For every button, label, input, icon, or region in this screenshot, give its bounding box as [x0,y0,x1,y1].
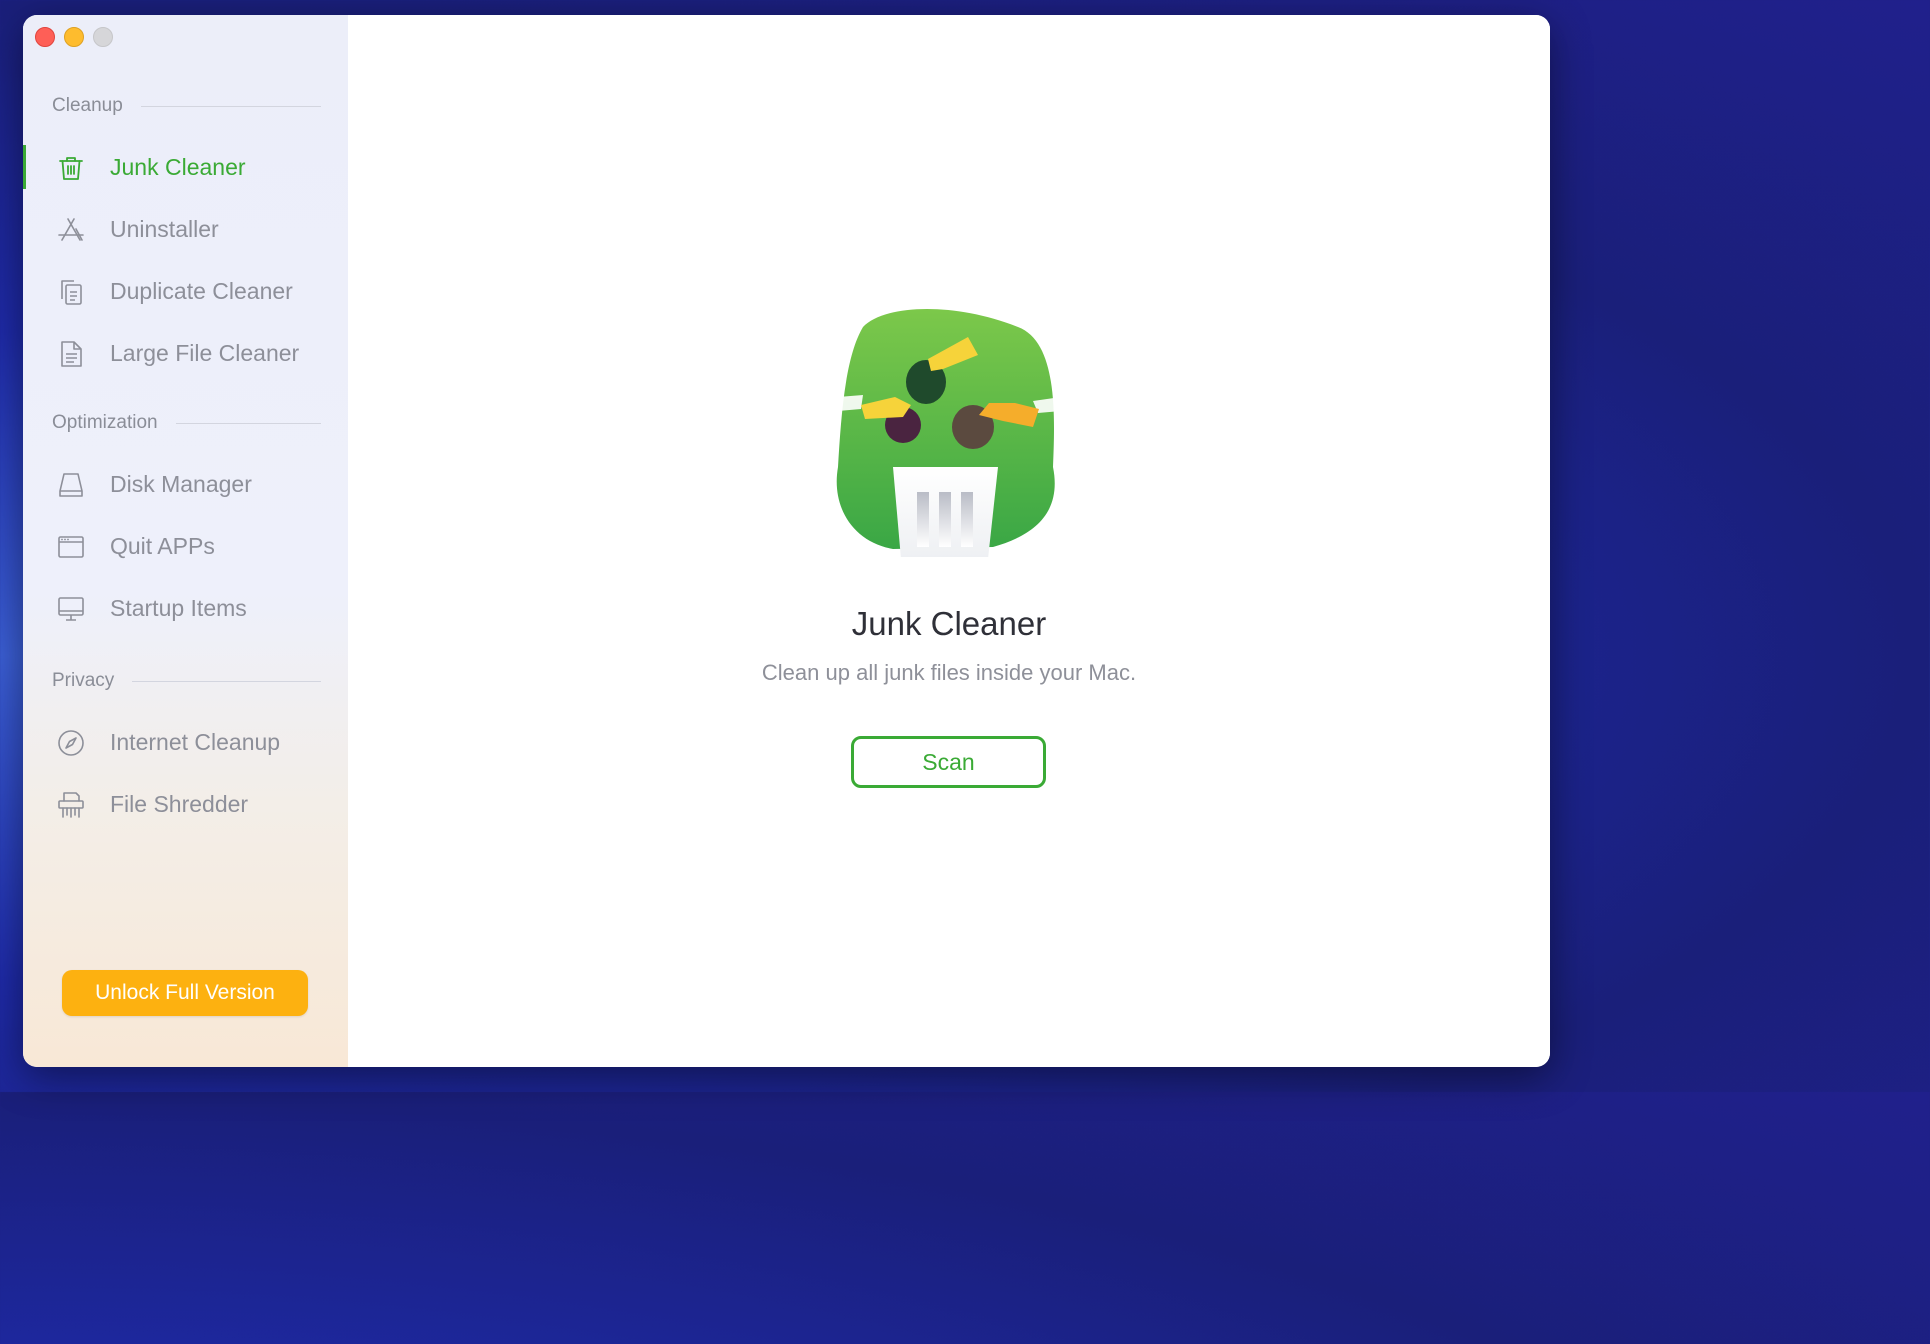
sidebar-item-junk-cleaner[interactable]: Junk Cleaner [23,141,348,193]
window-controls [35,27,113,47]
sidebar-item-label: Disk Manager [110,470,252,497]
duplicate-files-icon [61,280,82,305]
minimize-window-button[interactable] [64,27,84,47]
sidebar: Cleanup Junk Cleaner Uninstaller Duplica… [23,15,349,1067]
sidebar-item-internet-cleanup[interactable]: Internet Cleanup [23,716,348,768]
window-icon [58,536,84,558]
junk-cleaner-illustration [836,308,1061,557]
divider [140,105,321,107]
section-title: Optimization [52,412,158,433]
sidebar-item-large-file-cleaner[interactable]: Large File Cleaner [23,327,348,379]
unlock-full-version-button[interactable]: Unlock Full Version [62,970,308,1016]
section-header-cleanup: Cleanup [52,95,321,117]
shredder-icon [58,792,84,818]
sidebar-item-label: Startup Items [110,594,247,621]
section-title: Privacy [52,670,115,691]
page-title: Junk Cleaner [851,605,1047,642]
main-panel: Junk Cleaner Clean up all junk files ins… [348,15,1550,1067]
sidebar-item-label: File Shredder [110,790,249,817]
section-header-privacy: Privacy [52,670,321,692]
page-subtitle: Clean up all junk files inside your Mac. [761,660,1137,685]
section-title: Cleanup [52,95,123,116]
sidebar-item-file-shredder[interactable]: File Shredder [23,778,348,830]
section-header-optimization: Optimization [52,412,321,434]
sidebar-item-disk-manager[interactable]: Disk Manager [23,458,348,510]
sidebar-item-uninstaller[interactable]: Uninstaller [23,203,348,255]
app-store-icon [58,218,84,241]
disk-icon [59,473,83,497]
sidebar-item-label: Duplicate Cleaner [110,277,293,304]
sidebar-item-quit-apps[interactable]: Quit APPs [23,520,348,572]
sidebar-item-label: Internet Cleanup [110,728,281,755]
trash-icon [59,157,83,180]
zoom-window-button[interactable] [93,27,113,47]
sidebar-item-label: Junk Cleaner [110,153,246,180]
sidebar-item-label: Large File Cleaner [110,339,300,366]
monitor-icon [58,597,84,621]
close-window-button[interactable] [35,27,55,47]
scan-button[interactable]: Scan [851,736,1046,788]
divider [132,680,321,682]
sidebar-item-startup-items[interactable]: Startup Items [23,582,348,634]
sidebar-item-label: Quit APPs [110,532,215,559]
app-window: Cleanup Junk Cleaner Uninstaller Duplica… [23,15,1550,1067]
sidebar-item-label: Uninstaller [110,215,219,242]
compass-icon [58,730,84,756]
sidebar-item-duplicate-cleaner[interactable]: Duplicate Cleaner [23,265,348,317]
divider [175,422,321,424]
document-icon [61,341,82,367]
